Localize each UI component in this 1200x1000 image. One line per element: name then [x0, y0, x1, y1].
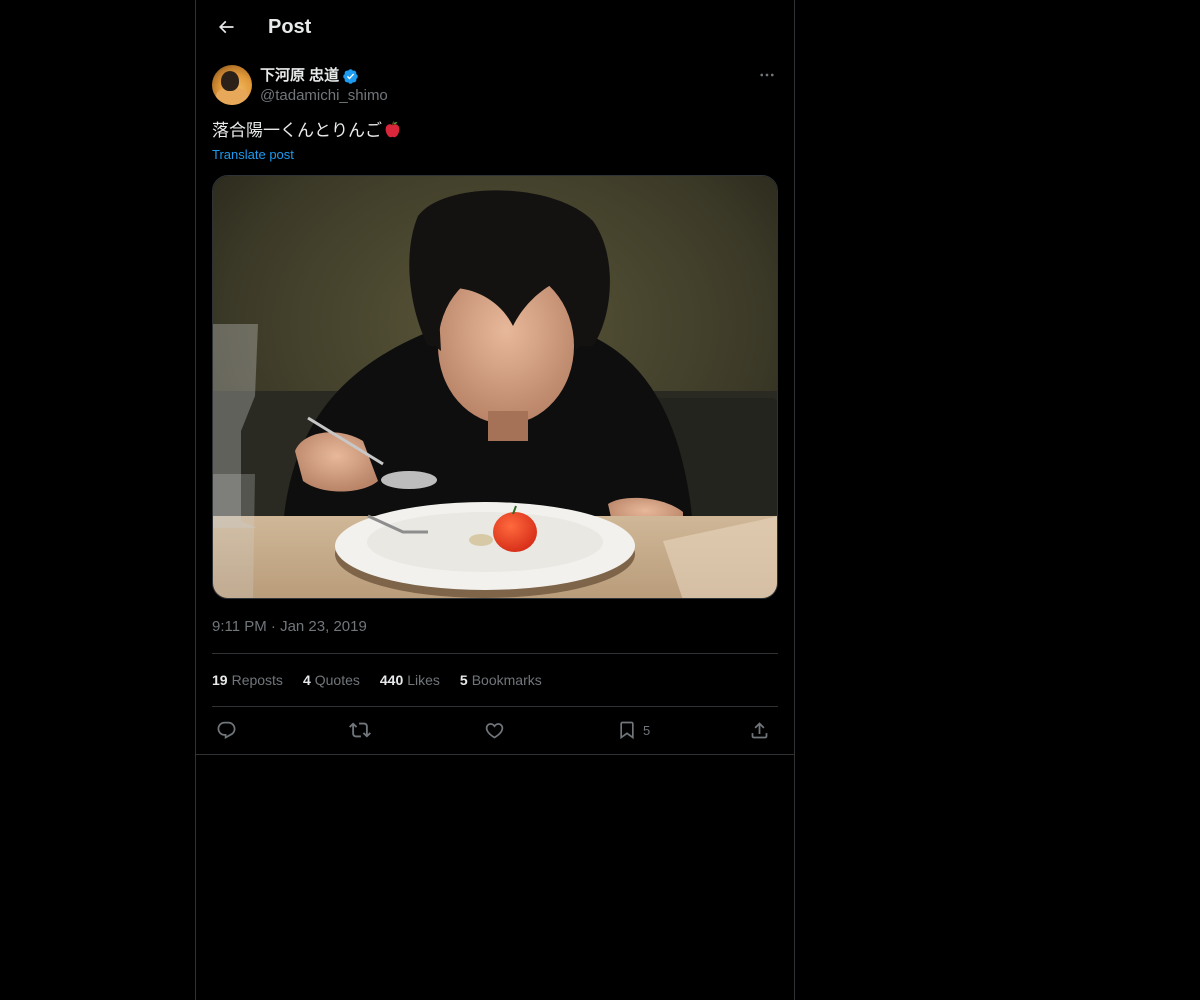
quotes-count: 4 [302, 672, 311, 688]
apple-emoji-icon [385, 121, 400, 138]
engagement-stats: 19 Reposts 4 Quotes 440 Likes 5 Bookmarks [212, 670, 542, 690]
post-author: 下河原 忠道 @tadamichi_shimo [212, 64, 778, 108]
quotes-label: Quotes [314, 672, 360, 688]
likes-stat[interactable]: 440 Likes [380, 670, 440, 690]
back-button[interactable] [208, 9, 244, 45]
back-arrow-icon [218, 20, 234, 34]
reposts-count: 19 [212, 672, 228, 688]
like-button[interactable] [484, 716, 505, 744]
divider [212, 653, 778, 654]
heart-icon [485, 722, 504, 739]
post-timestamp[interactable]: 9:11 PM · Jan 23, 2019 [212, 617, 367, 637]
share-icon [751, 721, 768, 738]
page-title: Post [268, 16, 312, 38]
primary-column: Post 下河原 忠道 @tadamichi_shimo 落合陽一くんとりんご [195, 0, 795, 1000]
post-actions: 5 [212, 716, 778, 744]
author-handle[interactable]: @tadamichi_shimo [260, 86, 388, 106]
verified-badge-icon[interactable] [342, 68, 359, 85]
bookmarks-label: Bookmarks [471, 672, 542, 688]
bookmark-count: 5 [643, 723, 651, 738]
repost-button[interactable] [349, 716, 371, 744]
post-text-content: 落合陽一くんとりんご [212, 121, 382, 140]
bookmark-button[interactable]: 5 [617, 716, 650, 744]
post-photo[interactable] [212, 175, 778, 599]
photo-image [213, 176, 777, 598]
likes-label: Likes [407, 672, 440, 688]
post-bottom-border [196, 754, 794, 755]
bookmark-icon [620, 721, 634, 740]
translate-post-link[interactable]: Translate post [212, 146, 294, 164]
avatar[interactable] [212, 65, 252, 105]
post-text: 落合陽一くんとりんご [212, 119, 402, 143]
share-button[interactable] [749, 716, 770, 744]
reposts-stat[interactable]: 19 Reposts [212, 670, 283, 690]
reply-button[interactable] [216, 716, 237, 744]
more-options-button[interactable] [756, 64, 778, 86]
reply-icon [217, 721, 236, 739]
author-name-row: 下河原 忠道 [260, 66, 359, 86]
author-display-name[interactable]: 下河原 忠道 [260, 66, 339, 86]
bookmarks-stat[interactable]: 5 Bookmarks [460, 670, 542, 690]
more-dots-icon [760, 73, 774, 77]
reposts-label: Reposts [231, 672, 283, 688]
post-header: Post [196, 0, 794, 54]
divider [212, 706, 778, 707]
likes-count: 440 [379, 672, 404, 688]
bookmarks-count: 5 [459, 672, 468, 688]
repost-icon [349, 722, 371, 738]
quotes-stat[interactable]: 4 Quotes [303, 670, 360, 690]
